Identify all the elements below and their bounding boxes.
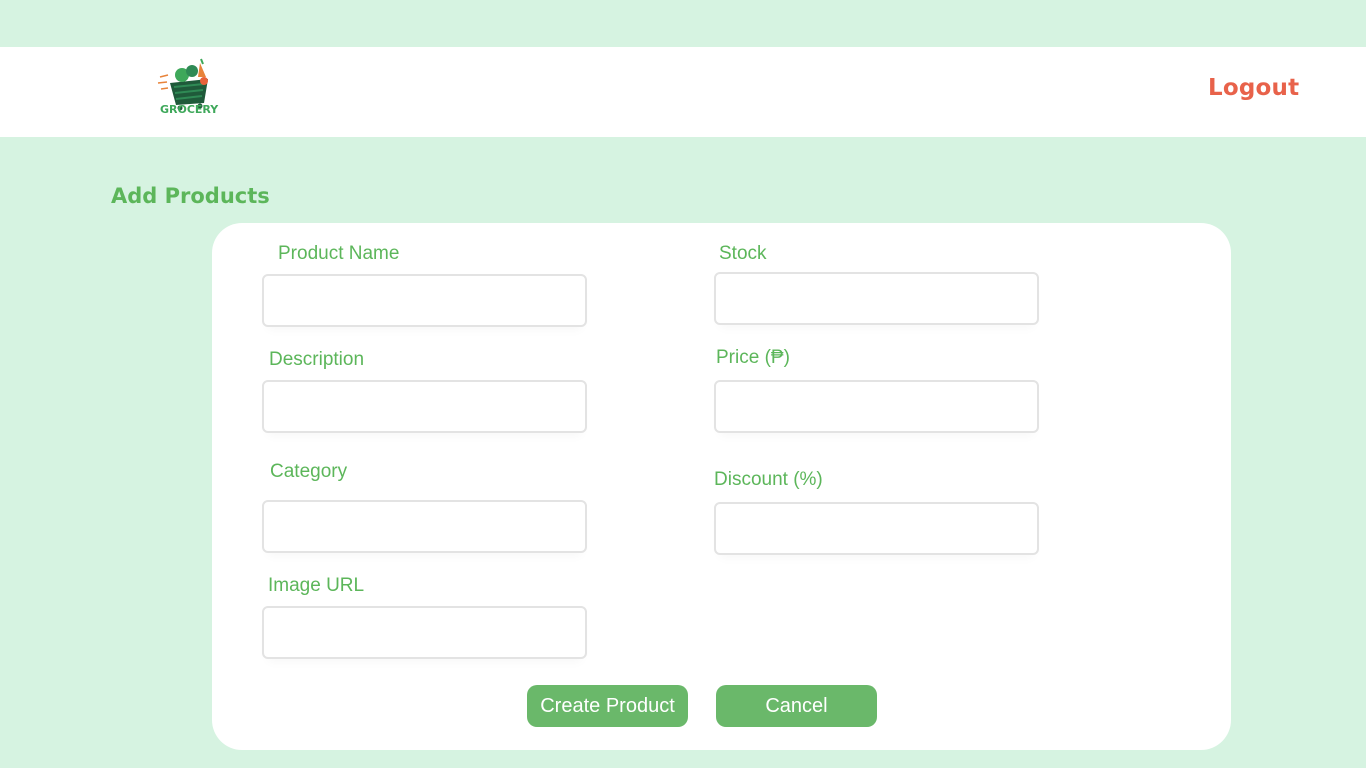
description-label: Description — [269, 349, 365, 370]
price-label: Price (₱) — [716, 347, 790, 368]
category-input[interactable] — [262, 500, 587, 553]
product-name-input[interactable] — [262, 274, 587, 327]
product-name-label: Product Name — [278, 243, 400, 264]
discount-input[interactable] — [714, 502, 1039, 555]
logo-text: GROCERY — [160, 103, 219, 116]
logout-link[interactable]: Logout — [1208, 75, 1299, 101]
navbar: GROCERY Logout — [0, 47, 1366, 137]
image-url-input[interactable] — [262, 606, 587, 659]
cancel-button[interactable]: Cancel — [716, 685, 877, 727]
stock-label: Stock — [719, 243, 767, 264]
category-label: Category — [270, 461, 348, 482]
page-title: Add Products — [111, 184, 270, 208]
image-url-label: Image URL — [268, 575, 365, 596]
discount-label: Discount (%) — [714, 469, 823, 490]
create-product-button[interactable]: Create Product — [527, 685, 688, 727]
description-input[interactable] — [262, 380, 587, 433]
price-input[interactable] — [714, 380, 1039, 433]
stock-input[interactable] — [714, 272, 1039, 325]
top-strip — [0, 0, 1366, 47]
grocery-logo-icon[interactable]: GROCERY — [156, 55, 222, 121]
